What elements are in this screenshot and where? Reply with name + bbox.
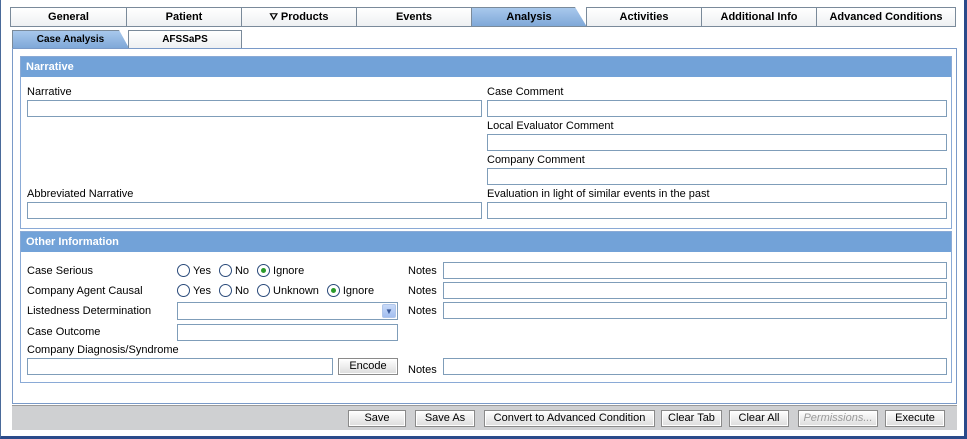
evaluation-label: Evaluation in light of similar events in… [487, 188, 710, 200]
company-comment-label: Company Comment [487, 154, 585, 166]
tab-patient[interactable]: Patient [126, 7, 241, 27]
agent-causal-no-radio[interactable]: No [218, 284, 250, 297]
clear-tab-button[interactable]: Clear Tab [661, 410, 722, 427]
save-as-button[interactable]: Save As [415, 410, 475, 427]
tab-analysis[interactable]: Analysis [471, 7, 587, 27]
radio-circle [257, 264, 271, 277]
notes-label: Notes [408, 265, 437, 277]
convert-advanced-condition-button[interactable]: Convert to Advanced Condition [484, 410, 655, 427]
case-comment-label: Case Comment [487, 86, 564, 98]
save-button[interactable]: Save [348, 410, 406, 427]
radio-label: Ignore [273, 264, 305, 277]
case-serious-label: Case Serious [27, 265, 94, 277]
diagnosis-input[interactable] [27, 358, 333, 375]
diagnosis-notes-input[interactable] [443, 358, 947, 375]
radio-circle [218, 264, 232, 277]
tab-afssaps[interactable]: AFSSaPS [128, 30, 242, 48]
tab-products[interactable]: ⛛ Products [241, 7, 356, 27]
encode-button[interactable]: Encode [338, 358, 398, 375]
filter-icon: ⛛ [269, 12, 278, 23]
tab-additional-info[interactable]: Additional Info [701, 7, 816, 27]
radio-circle [326, 284, 340, 297]
case-serious-radio-group: Yes No Ignore [177, 264, 312, 277]
tab-events[interactable]: Events [356, 7, 471, 27]
agent-causal-radio-group: Yes No Unknown Ignore [177, 284, 382, 297]
section-header: Other Information [21, 232, 951, 252]
case-serious-notes-input[interactable] [443, 262, 947, 279]
permissions-button[interactable]: Permissions... [798, 410, 878, 427]
radio-label: Ignore [342, 284, 375, 297]
tab-case-analysis[interactable]: Case Analysis [12, 30, 129, 48]
agent-causal-unknown-radio[interactable]: Unknown [257, 284, 319, 297]
case-comment-input[interactable] [487, 100, 947, 117]
tab-label: Analysis [506, 11, 552, 23]
main-tab-bar: General Patient ⛛ Products Events Analysi… [10, 7, 956, 27]
radio-label: No [234, 264, 250, 277]
agent-causal-yes-radio[interactable]: Yes [177, 284, 211, 297]
narrative-input[interactable] [27, 100, 482, 117]
agent-causal-label: Company Agent Causal [27, 285, 143, 297]
abbreviated-narrative-label: Abbreviated Narrative [27, 188, 134, 200]
tab-label: Advanced Conditions [829, 11, 943, 23]
tab-label: Events [395, 11, 433, 23]
radio-circle [177, 284, 190, 297]
agent-causal-notes-input[interactable] [443, 282, 947, 299]
tab-activities[interactable]: Activities [586, 7, 701, 27]
narrative-section: Narrative Narrative Case Comment Local E… [20, 56, 952, 229]
radio-label: Yes [193, 264, 211, 277]
case-serious-yes-radio[interactable]: Yes [177, 264, 211, 277]
footer-toolbar: Save Save As Convert to Advanced Conditi… [12, 405, 957, 430]
listedness-label: Listedness Determination [27, 305, 152, 317]
other-information-section: Other Information Case Serious Yes No Ig… [20, 231, 952, 383]
radio-label: No [234, 284, 250, 297]
local-evaluator-input[interactable] [487, 134, 947, 151]
tab-content-panel: Narrative Narrative Case Comment Local E… [12, 48, 957, 404]
tab-label: Patient [165, 11, 203, 23]
execute-button[interactable]: Execute [885, 410, 945, 427]
chevron-down-icon[interactable]: ▼ [382, 304, 396, 318]
tab-label: Products [280, 11, 329, 23]
tab-label: General [48, 11, 89, 23]
tab-label: AFSSaPS [162, 34, 208, 45]
agent-causal-ignore-radio[interactable]: Ignore [326, 284, 375, 297]
clear-all-button[interactable]: Clear All [729, 410, 789, 427]
tab-label: Case Analysis [36, 34, 105, 45]
tab-advanced-conditions[interactable]: Advanced Conditions [816, 7, 956, 27]
case-serious-ignore-radio[interactable]: Ignore [257, 264, 304, 277]
section-header: Narrative [21, 57, 951, 77]
tab-label: Additional Info [720, 11, 798, 23]
notes-label: Notes [408, 285, 437, 297]
radio-circle [177, 264, 190, 277]
case-outcome-label: Case Outcome [27, 326, 101, 338]
radio-label: Unknown [273, 284, 319, 297]
listedness-notes-input[interactable] [443, 302, 947, 319]
case-serious-no-radio[interactable]: No [218, 264, 250, 277]
tab-label: Activities [619, 11, 669, 23]
abbreviated-narrative-input[interactable] [27, 202, 482, 219]
radio-circle [257, 284, 271, 297]
sub-tab-bar: Case Analysis AFSSaPS [12, 30, 242, 48]
narrative-label: Narrative [27, 86, 72, 98]
radio-label: Yes [193, 284, 211, 297]
company-comment-input[interactable] [487, 168, 947, 185]
case-outcome-input[interactable] [177, 324, 398, 341]
local-evaluator-label: Local Evaluator Comment [487, 120, 614, 132]
tab-general[interactable]: General [10, 7, 126, 27]
notes-label: Notes [408, 305, 437, 317]
diagnosis-label: Company Diagnosis/Syndrome [27, 344, 179, 356]
notes-label: Notes [408, 364, 437, 376]
evaluation-input[interactable] [487, 202, 947, 219]
radio-circle [218, 284, 232, 297]
listedness-select[interactable]: ▼ [177, 302, 398, 320]
